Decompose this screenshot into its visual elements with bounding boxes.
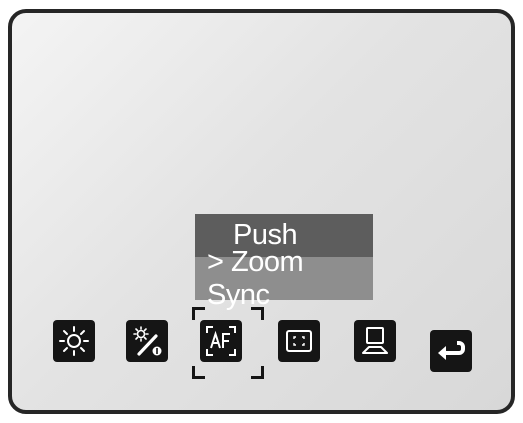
selection-corner (251, 366, 264, 379)
aspect-ratio-button[interactable] (278, 320, 320, 362)
menu-option-zoom-sync[interactable]: > Zoom Sync (195, 246, 373, 311)
brightness-button[interactable] (53, 320, 95, 362)
selection-corner (251, 307, 264, 320)
selection-corner (192, 307, 205, 320)
white-balance-button[interactable] (126, 320, 168, 362)
return-button[interactable] (430, 330, 472, 372)
aspect-ratio-icon (286, 330, 312, 352)
focus-mode-menu: Push > Zoom Sync (195, 214, 373, 311)
autofocus-button[interactable] (200, 320, 242, 362)
osd-screen: Push > Zoom Sync (8, 9, 515, 414)
brightness-icon (59, 326, 89, 356)
menu-option-label: > Zoom Sync (207, 245, 304, 311)
white-balance-icon (133, 326, 162, 356)
autofocus-icon (206, 326, 236, 356)
return-icon (438, 341, 465, 360)
selection-corner (192, 366, 205, 379)
image-flip-icon (362, 327, 388, 354)
image-flip-button[interactable] (354, 320, 396, 362)
